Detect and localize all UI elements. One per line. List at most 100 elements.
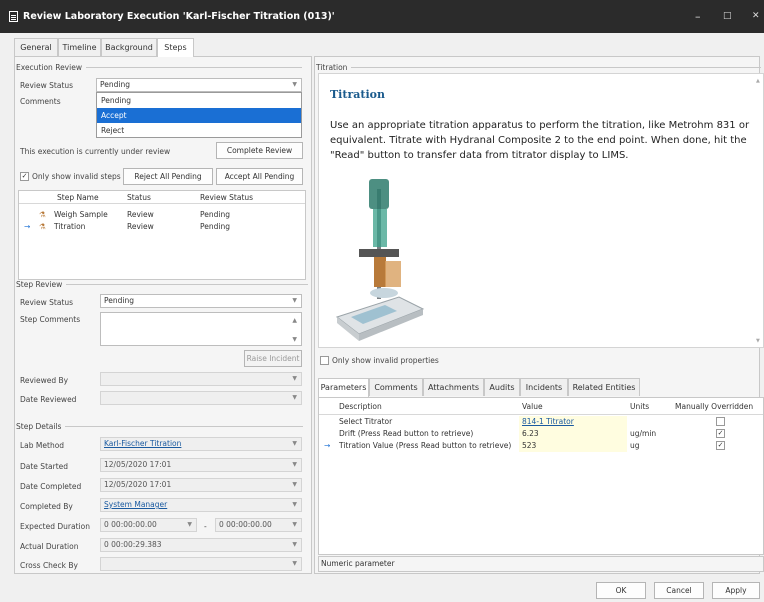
expected-duration-to: 0 00:00:00.00 ▼ bbox=[215, 518, 302, 532]
review-status-label: Review Status bbox=[20, 81, 74, 90]
current-row-arrow-icon: → bbox=[324, 441, 331, 450]
actual-duration-label: Actual Duration bbox=[20, 542, 79, 551]
only-invalid-properties-label: Only show invalid properties bbox=[332, 356, 439, 365]
expected-duration-from: 0 00:00:00.00 ▼ bbox=[100, 518, 197, 532]
apply-button[interactable]: Apply bbox=[712, 582, 760, 599]
steps-table: Step Name Status Review Status ⚗ Weigh S… bbox=[18, 190, 306, 280]
tab-parameters[interactable]: Parameters bbox=[318, 378, 369, 397]
tab-general[interactable]: General bbox=[14, 38, 58, 56]
chevron-down-icon: ▼ bbox=[292, 461, 297, 468]
cancel-button[interactable]: Cancel bbox=[654, 582, 704, 599]
cross-check-by-field: ▼ bbox=[100, 557, 302, 571]
chevron-down-icon: ▼ bbox=[292, 297, 297, 304]
steps-table-header: Step Name Status Review Status bbox=[19, 191, 305, 204]
scroll-up-icon[interactable]: ▲ bbox=[756, 78, 760, 84]
titrator-link[interactable]: 814-1 Titrator bbox=[522, 417, 574, 426]
overridden-checkbox[interactable]: ✓ bbox=[716, 441, 725, 450]
complete-review-button[interactable]: Complete Review bbox=[216, 142, 303, 159]
parameters-table: Description Value Units Manually Overrid… bbox=[318, 397, 764, 555]
date-reviewed-field: ▼ bbox=[100, 391, 302, 405]
overridden-checkbox[interactable] bbox=[716, 417, 725, 426]
close-button[interactable]: ✕ bbox=[752, 11, 760, 21]
col-step-name: Step Name bbox=[57, 193, 99, 202]
step-review-status-select[interactable]: Pending ▼ bbox=[100, 294, 302, 308]
only-invalid-steps-checkbox[interactable]: ✓ bbox=[20, 172, 29, 181]
tab-background[interactable]: Background bbox=[101, 38, 157, 56]
chevron-down-icon: ▼ bbox=[292, 440, 297, 447]
step-review-status-label: Review Status bbox=[20, 298, 74, 307]
option-accept[interactable]: Accept bbox=[97, 108, 301, 123]
document-icon bbox=[9, 11, 18, 22]
chevron-down-icon: ▼ bbox=[292, 375, 297, 382]
reviewed-by-field: ▼ bbox=[100, 372, 302, 386]
window-title: Review Laboratory Execution 'Karl-Fische… bbox=[23, 11, 335, 22]
date-started-label: Date Started bbox=[20, 462, 69, 471]
tab-timeline[interactable]: Timeline bbox=[58, 38, 101, 56]
cross-check-by-label: Cross Check By bbox=[20, 561, 78, 570]
instructions-heading: Titration bbox=[330, 88, 385, 101]
ok-button[interactable]: OK bbox=[596, 582, 646, 599]
scroll-down-icon: ▼ bbox=[292, 336, 297, 343]
completed-by-label: Completed By bbox=[20, 502, 73, 511]
title-bar: Review Laboratory Execution 'Karl-Fische… bbox=[0, 0, 764, 33]
titration-section: Titration bbox=[316, 63, 762, 72]
review-status-select[interactable]: Pending ▼ bbox=[96, 78, 302, 92]
minimize-button[interactable]: – bbox=[695, 10, 701, 23]
table-row[interactable]: → ⚗ Titration Review Pending bbox=[19, 220, 305, 231]
status-bar: Numeric parameter bbox=[318, 556, 764, 572]
expected-duration-label: Expected Duration bbox=[20, 522, 90, 531]
chevron-down-icon: ▼ bbox=[292, 541, 297, 548]
parameters-table-header: Description Value Units Manually Overrid… bbox=[319, 401, 763, 415]
raise-incident-button[interactable]: Raise Incident bbox=[244, 350, 302, 367]
review-status-dropdown[interactable]: Pending Accept Reject bbox=[96, 92, 302, 138]
table-row[interactable]: Drift (Press Read button to retrieve) 6.… bbox=[319, 428, 763, 440]
col-manually-overridden: Manually Overridden bbox=[675, 402, 754, 411]
table-row[interactable]: → Titration Value (Press Read button to … bbox=[319, 440, 763, 452]
execution-review-section: Execution Review bbox=[16, 63, 302, 72]
overridden-checkbox[interactable]: ✓ bbox=[716, 429, 725, 438]
tab-attachments[interactable]: Attachments bbox=[423, 378, 484, 396]
reject-all-pending-button[interactable]: Reject All Pending bbox=[123, 168, 213, 185]
date-completed-label: Date Completed bbox=[20, 482, 82, 491]
tab-related-entities[interactable]: Related Entities bbox=[568, 378, 640, 396]
execution-status-text: This execution is currently under review bbox=[20, 147, 171, 156]
completed-by-link[interactable]: System Manager ▼ bbox=[100, 498, 302, 512]
tab-incidents[interactable]: Incidents bbox=[520, 378, 568, 396]
option-pending[interactable]: Pending bbox=[97, 93, 301, 108]
col-review-status: Review Status bbox=[200, 193, 254, 202]
date-completed-field: 12/05/2020 17:01 ▼ bbox=[100, 478, 302, 492]
col-units: Units bbox=[630, 402, 650, 411]
date-started-field: 12/05/2020 17:01 ▼ bbox=[100, 458, 302, 472]
chevron-down-icon: ▼ bbox=[187, 521, 192, 528]
current-row-arrow-icon: → bbox=[24, 222, 31, 231]
option-reject[interactable]: Reject bbox=[97, 123, 301, 138]
accept-all-pending-button[interactable]: Accept All Pending bbox=[216, 168, 303, 185]
titrator-image bbox=[335, 179, 425, 341]
lab-method-link[interactable]: Karl-Fischer Titration ▼ bbox=[100, 437, 302, 451]
chevron-down-icon: ▼ bbox=[292, 394, 297, 401]
step-comments-input[interactable]: ▲ ▼ bbox=[100, 312, 302, 346]
only-invalid-steps-label: Only show invalid steps bbox=[32, 172, 121, 181]
col-status: Status bbox=[127, 193, 151, 202]
scroll-down-icon[interactable]: ▼ bbox=[756, 338, 760, 344]
step-icon: ⚗ bbox=[39, 222, 46, 231]
tab-steps[interactable]: Steps bbox=[157, 38, 194, 57]
expected-duration-separator: - bbox=[204, 522, 207, 531]
chevron-down-icon: ▼ bbox=[292, 81, 297, 88]
table-row[interactable]: Select Titrator 814-1 Titrator bbox=[319, 416, 763, 428]
maximize-button[interactable]: □ bbox=[723, 11, 732, 21]
date-reviewed-label: Date Reviewed bbox=[20, 395, 77, 404]
step-comments-label: Step Comments bbox=[20, 315, 81, 324]
lab-method-label: Lab Method bbox=[20, 441, 65, 450]
table-row[interactable]: ⚗ Weigh Sample Review Pending bbox=[19, 208, 305, 219]
only-invalid-properties-checkbox[interactable] bbox=[320, 356, 329, 365]
instructions-panel: Titration Use an appropriate titration a… bbox=[318, 73, 764, 348]
actual-duration-field: 0 00:00:29.383 ▼ bbox=[100, 538, 302, 552]
chevron-down-icon: ▼ bbox=[292, 521, 297, 528]
chevron-down-icon: ▼ bbox=[292, 501, 297, 508]
step-review-section: Step Review bbox=[16, 280, 309, 289]
tab-comments[interactable]: Comments bbox=[369, 378, 423, 396]
tab-audits[interactable]: Audits bbox=[484, 378, 520, 396]
scroll-up-icon: ▲ bbox=[292, 317, 297, 324]
col-value: Value bbox=[522, 402, 543, 411]
